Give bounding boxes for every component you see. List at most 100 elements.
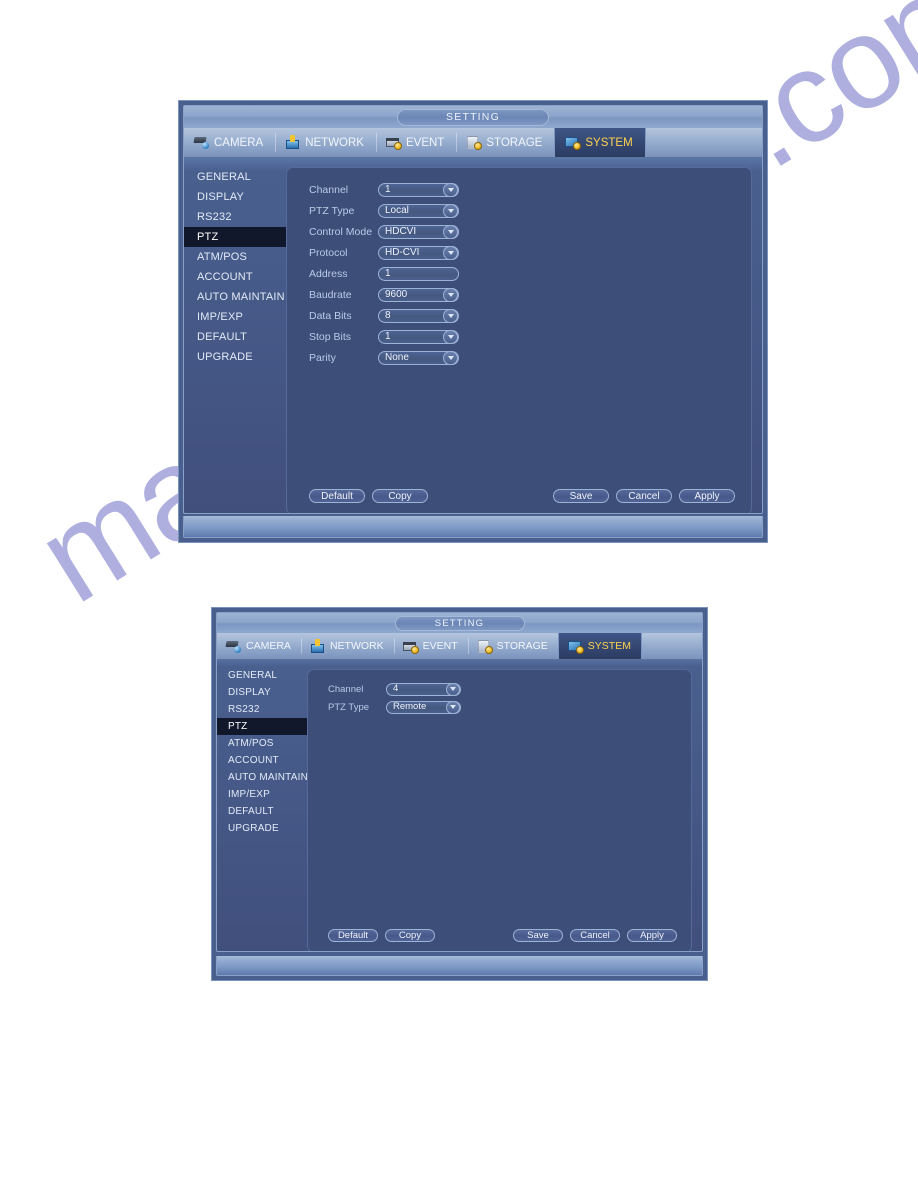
tab-storage[interactable]: STORAGE xyxy=(467,633,558,659)
field-row-channel: Channel 1 xyxy=(309,179,751,200)
field-row-stop-bits: Stop Bits 1 xyxy=(309,326,751,347)
setting-dialog-ptz-local: SETTING CAMERA NETWORK EVENT STORAGE SYS… xyxy=(178,100,768,543)
tab-camera-label: CAMERA xyxy=(246,640,291,652)
tab-system-label: SYSTEM xyxy=(587,640,631,652)
tab-network[interactable]: NETWORK xyxy=(275,128,376,157)
default-button[interactable]: Default xyxy=(328,928,378,942)
chevron-down-icon[interactable] xyxy=(443,182,458,197)
sidebar-item-default[interactable]: DEFAULT xyxy=(217,803,307,820)
sidebar-item-display[interactable]: DISPLAY xyxy=(184,187,286,207)
chevron-down-icon[interactable] xyxy=(443,329,458,344)
chevron-down-icon[interactable] xyxy=(443,245,458,260)
chevron-down-icon[interactable] xyxy=(443,287,458,302)
data-bits-value: 8 xyxy=(385,309,391,321)
dialog2-inner: SETTING CAMERA NETWORK EVENT STORAGE SYS… xyxy=(216,612,703,952)
sidebar-item-ptz[interactable]: PTZ xyxy=(184,227,286,247)
dialog2-title: SETTING xyxy=(394,615,525,631)
sidebar-item-general[interactable]: GENERAL xyxy=(184,167,286,187)
label-ptz-type: PTZ Type xyxy=(309,204,355,217)
tab-system[interactable]: SYSTEM xyxy=(557,633,642,659)
apply-button[interactable]: Apply xyxy=(627,928,677,942)
chevron-down-icon[interactable] xyxy=(443,308,458,323)
copy-button[interactable]: Copy xyxy=(385,928,435,942)
sidebar-item-ptz[interactable]: PTZ xyxy=(217,718,307,735)
dialog1-titlebar: SETTING xyxy=(184,106,762,128)
address-input[interactable]: 1 xyxy=(378,266,459,281)
dialog1-footer xyxy=(183,516,763,538)
baudrate-select[interactable]: 9600 xyxy=(378,287,459,302)
tab-event[interactable]: EVENT xyxy=(375,128,456,157)
dialog1-title: SETTING xyxy=(397,108,549,126)
tab-camera[interactable]: CAMERA xyxy=(184,128,275,157)
protocol-select[interactable]: HD-CVI xyxy=(378,245,459,260)
chevron-down-icon[interactable] xyxy=(443,224,458,239)
sidebar-item-upgrade[interactable]: UPGRADE xyxy=(217,820,307,837)
sidebar-item-rs232[interactable]: RS232 xyxy=(217,701,307,718)
field-row-channel: Channel 4 xyxy=(328,680,691,698)
system-icon xyxy=(564,135,582,150)
stop-bits-select[interactable]: 1 xyxy=(378,329,459,344)
dialog1-inner: SETTING CAMERA NETWORK EVENT STORAGE SYS… xyxy=(183,105,763,514)
dialog1-content-panel: Channel 1 PTZ Type Local Control Mode HD… xyxy=(286,167,752,513)
network-icon xyxy=(309,638,326,654)
copy-button[interactable]: Copy xyxy=(372,489,428,503)
apply-button[interactable]: Apply xyxy=(679,489,735,503)
ptz-type-value: Remote xyxy=(393,701,427,712)
label-data-bits: Data Bits xyxy=(309,309,352,322)
tab-system[interactable]: SYSTEM xyxy=(554,128,646,157)
channel-select[interactable]: 1 xyxy=(378,182,459,197)
sidebar-item-account[interactable]: ACCOUNT xyxy=(184,267,286,287)
camera-icon xyxy=(193,135,210,150)
protocol-value: HD-CVI xyxy=(385,246,420,258)
dialog1-sidebar: GENERAL DISPLAY RS232 PTZ ATM/POS ACCOUN… xyxy=(184,158,286,513)
sidebar-item-default[interactable]: DEFAULT xyxy=(184,327,286,347)
stop-bits-value: 1 xyxy=(385,330,391,342)
sidebar-item-imp-exp[interactable]: IMP/EXP xyxy=(217,786,307,803)
ptz-form: Channel 1 PTZ Type Local Control Mode HD… xyxy=(287,168,751,368)
data-bits-select[interactable]: 8 xyxy=(378,308,459,323)
chevron-down-icon[interactable] xyxy=(446,700,460,714)
dialog2-body: GENERAL DISPLAY RS232 PTZ ATM/POS ACCOUN… xyxy=(217,660,702,951)
tab-network[interactable]: NETWORK xyxy=(300,633,394,659)
sidebar-item-imp-exp[interactable]: IMP/EXP xyxy=(184,307,286,327)
sidebar-item-auto-maintain[interactable]: AUTO MAINTAIN xyxy=(184,287,286,307)
default-button[interactable]: Default xyxy=(309,489,365,503)
label-parity: Parity xyxy=(309,351,336,364)
tab-storage[interactable]: STORAGE xyxy=(456,128,554,157)
cancel-button[interactable]: Cancel xyxy=(570,928,620,942)
save-button[interactable]: Save xyxy=(553,489,609,503)
channel-value: 4 xyxy=(393,683,399,694)
chevron-down-icon[interactable] xyxy=(443,203,458,218)
tab-event-label: EVENT xyxy=(405,136,445,149)
sidebar-item-rs232[interactable]: RS232 xyxy=(184,207,286,227)
ptz-type-select[interactable]: Local xyxy=(378,203,459,218)
sidebar-item-auto-maintain[interactable]: AUTO MAINTAIN xyxy=(217,769,308,786)
sidebar-item-upgrade[interactable]: UPGRADE xyxy=(184,347,286,367)
sidebar-item-general[interactable]: GENERAL xyxy=(217,667,307,684)
tab-event[interactable]: EVENT xyxy=(393,633,468,659)
channel-select[interactable]: 4 xyxy=(386,682,461,696)
storage-icon xyxy=(465,135,483,150)
tab-network-label: NETWORK xyxy=(305,136,364,149)
label-ptz-type: PTZ Type xyxy=(328,701,370,713)
sidebar-item-account[interactable]: ACCOUNT xyxy=(217,752,307,769)
chevron-down-icon[interactable] xyxy=(446,682,460,696)
sidebar-item-display[interactable]: DISPLAY xyxy=(217,684,307,701)
control-mode-select[interactable]: HDCVI xyxy=(378,224,459,239)
sidebar-item-atm-pos[interactable]: ATM/POS xyxy=(217,735,307,752)
field-row-control-mode: Control Mode HDCVI xyxy=(309,221,751,242)
label-control-mode: Control Mode xyxy=(309,225,373,238)
tab-camera[interactable]: CAMERA xyxy=(217,633,301,659)
cancel-button[interactable]: Cancel xyxy=(616,489,672,503)
ptz-remote-form: Channel 4 PTZ Type Remote xyxy=(308,670,691,716)
page-root: manualarchive.com SETTING CAMERA NETWORK… xyxy=(0,0,918,1188)
dialog2-sidebar: GENERAL DISPLAY RS232 PTZ ATM/POS ACCOUN… xyxy=(217,660,308,951)
control-mode-value: HDCVI xyxy=(385,225,417,237)
parity-select[interactable]: None xyxy=(378,350,459,365)
field-row-data-bits: Data Bits 8 xyxy=(309,305,751,326)
sidebar-item-atm-pos[interactable]: ATM/POS xyxy=(184,247,286,267)
chevron-down-icon[interactable] xyxy=(443,350,458,365)
ptz-type-select[interactable]: Remote xyxy=(386,700,461,714)
save-button[interactable]: Save xyxy=(513,928,563,942)
label-protocol: Protocol xyxy=(309,246,348,259)
